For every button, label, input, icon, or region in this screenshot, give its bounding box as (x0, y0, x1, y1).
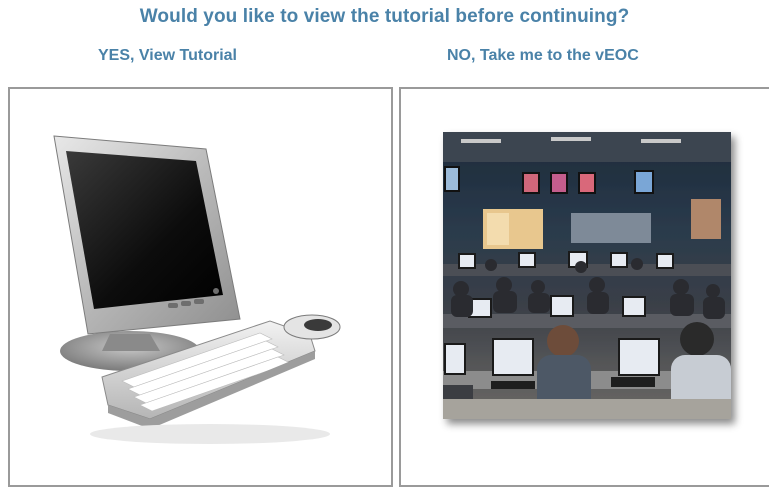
operations-center-photo (443, 132, 731, 419)
tutorial-option-panel[interactable] (8, 87, 393, 487)
computer-illustration (53, 135, 341, 444)
veoc-option-panel[interactable] (399, 87, 769, 487)
page-title: Would you like to view the tutorial befo… (139, 6, 630, 27)
yes-view-tutorial-link[interactable]: YES, View Tutorial (98, 47, 237, 65)
no-go-to-veoc-link[interactable]: NO, Take me to the vEOC (447, 47, 639, 65)
